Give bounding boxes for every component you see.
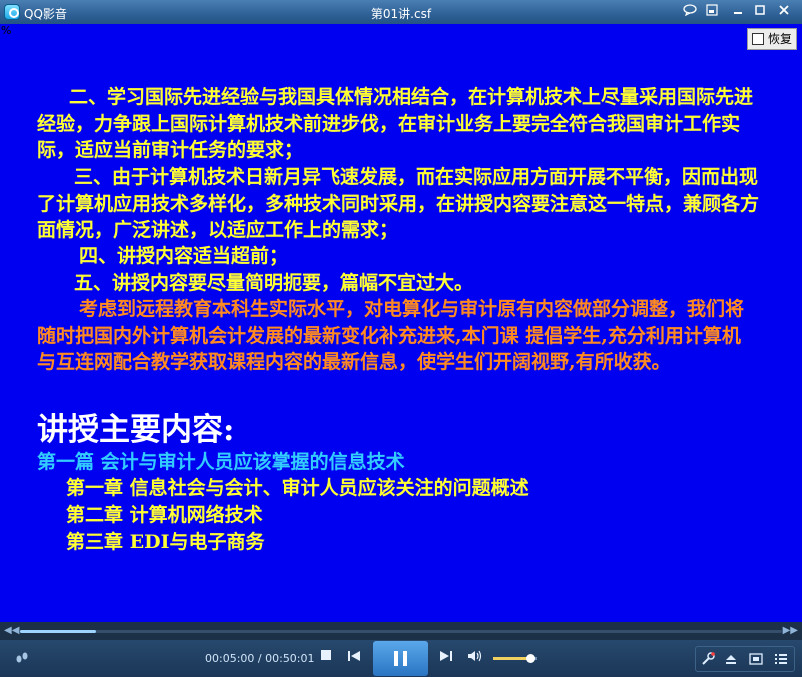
progress-area: ◀◀ ▶▶ bbox=[0, 622, 802, 640]
slide-paragraph: 三、由于计算机技术日新月异飞速发展，而在实际应用方面开展不平衡，因而出现了计算机… bbox=[37, 166, 760, 241]
slide-paragraph: 五、讲授内容要尽量简明扼要，篇幅不宜过大。 bbox=[74, 272, 474, 294]
minimize-icon[interactable] bbox=[728, 3, 748, 21]
tool-group bbox=[695, 646, 795, 672]
seek-forward-icon[interactable]: ▶▶ bbox=[783, 625, 798, 636]
volume-fill bbox=[493, 657, 531, 660]
previous-icon[interactable] bbox=[345, 649, 363, 667]
pause-icon bbox=[394, 651, 398, 666]
time-total: 00:50:01 bbox=[265, 652, 315, 665]
volume-icon[interactable] bbox=[467, 649, 483, 666]
control-bar: 00:05:00 / 00:50:01 bbox=[0, 640, 802, 677]
slide-heading: 讲授主要内容: bbox=[37, 412, 235, 448]
slide-chapter-item: 第二章 计算机网络技术 bbox=[66, 504, 263, 526]
tools-icon[interactable] bbox=[700, 652, 716, 668]
slide-paragraph-highlight: 考虑到远程教育本科生实际水平，对电算化与审计原有内容做部分调整，我们将随时把国内… bbox=[37, 298, 745, 373]
mini-mode-icon[interactable] bbox=[702, 3, 722, 21]
slide-paragraph: 二、学习国际先进经验与我国具体情况相结合，在计算机技术上尽量采用国际先进经验，力… bbox=[37, 86, 754, 161]
progress-track[interactable] bbox=[20, 630, 782, 633]
next-icon[interactable] bbox=[437, 649, 455, 667]
chat-icon[interactable] bbox=[680, 3, 700, 21]
pause-icon bbox=[403, 651, 407, 666]
slide-chapter-item: 第一章 信息社会与会计、审计人员应该关注的问题概述 bbox=[66, 477, 529, 499]
seek-back-icon[interactable]: ◀◀ bbox=[4, 625, 19, 636]
eject-icon[interactable] bbox=[723, 652, 739, 668]
close-icon[interactable] bbox=[774, 3, 794, 21]
slide-chapter-item: 第三章 EDI与电子商务 bbox=[66, 531, 265, 553]
time-separator: / bbox=[254, 652, 266, 665]
time-current: 00:05:00 bbox=[205, 652, 255, 665]
maximize-icon[interactable] bbox=[750, 3, 770, 21]
video-area[interactable]: % 恢复 二、学习国际先进经验与我国具体情况相结合，在计算机技术上尽量采用国际先… bbox=[0, 24, 802, 622]
title-bar: QQ影音 第01讲.csf bbox=[0, 0, 802, 24]
slide-section-title: 第一篇 会计与审计人员应该掌握的信息技术 bbox=[37, 451, 405, 473]
stop-icon[interactable] bbox=[318, 649, 334, 665]
playlist-icon[interactable] bbox=[773, 652, 789, 668]
slide-content: 二、学习国际先进经验与我国具体情况相结合，在计算机技术上尽量采用国际先进经验，力… bbox=[0, 24, 802, 622]
volume-knob[interactable] bbox=[526, 654, 536, 663]
slide-paragraph: 四、讲授内容适当超前； bbox=[79, 245, 289, 267]
time-display: 00:05:00 / 00:50:01 bbox=[205, 652, 315, 665]
pause-button[interactable] bbox=[373, 641, 428, 676]
progress-fill bbox=[20, 630, 97, 633]
volume-slider[interactable] bbox=[493, 654, 537, 663]
screen-icon[interactable] bbox=[748, 652, 764, 668]
footprint-icon[interactable] bbox=[15, 650, 29, 668]
